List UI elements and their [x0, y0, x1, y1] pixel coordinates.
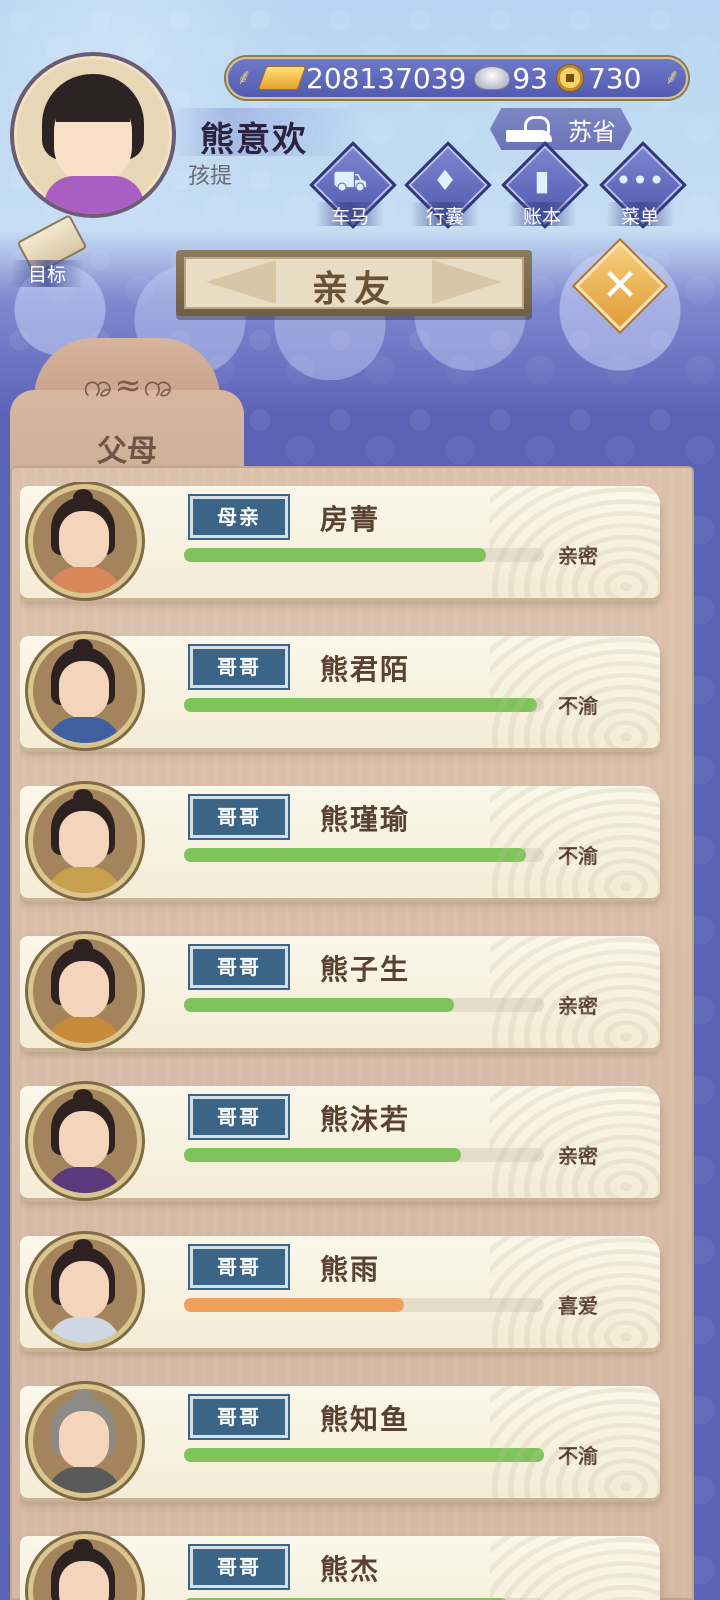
relative-name: 熊沫若: [320, 1103, 411, 1136]
relative-portrait[interactable]: [28, 1384, 142, 1498]
relative-portrait[interactable]: [28, 634, 142, 748]
role-badge: 哥哥: [190, 1096, 288, 1138]
role-badge: 母亲: [190, 496, 288, 538]
relationship-status: 不渝: [558, 694, 598, 718]
silver-amount: 93: [512, 61, 548, 95]
menu-button[interactable]: ••• 菜单: [599, 141, 687, 230]
relative-card[interactable]: 哥哥 熊子生亲密: [20, 934, 660, 1048]
relationship-status: 喜爱: [558, 1294, 598, 1318]
ledger-icon: ▮: [534, 164, 550, 197]
relative-portrait[interactable]: [28, 484, 142, 598]
relatives-list[interactable]: 母亲 房菁 亲密 哥哥 熊君陌 不渝 哥哥 熊瑾瑜 不渝 哥哥 熊子生 亲密 哥哥 熊沫若 亲密 哥哥 熊雨 喜爱…: [20, 482, 680, 1600]
relative-name: 熊子生: [320, 953, 411, 986]
affection-bar: [184, 1148, 544, 1162]
currency-bar: ⸙ 208137039 93 730 ⸙: [226, 57, 688, 99]
relationship-status: 亲密: [558, 544, 598, 568]
relative-name: 熊君陌: [320, 653, 411, 686]
relative-portrait[interactable]: [28, 1534, 142, 1600]
affection-bar: [184, 848, 544, 862]
carriage-button[interactable]: ⛟ 车马: [309, 141, 397, 230]
cloud-ornament-icon: ꩠ≈ꩠ: [83, 366, 175, 404]
tab-label: 父母: [97, 434, 157, 469]
player-avatar[interactable]: [10, 52, 176, 218]
affection-bar-fill: [184, 1448, 544, 1462]
bundle-icon: ♦: [432, 164, 458, 197]
relative-name: 房菁: [320, 503, 381, 536]
affection-bar: [184, 548, 544, 562]
goal-button[interactable]: 目标: [10, 214, 88, 288]
gold-ingot-icon: [257, 66, 307, 90]
affection-bar: [184, 998, 544, 1012]
affection-bar: [184, 698, 544, 712]
player-title: 孩提: [188, 164, 233, 189]
gold-currency[interactable]: 208137039: [257, 61, 467, 95]
relative-name: 熊杰: [320, 1553, 381, 1586]
relative-portrait[interactable]: [28, 1084, 142, 1198]
relative-card[interactable]: 哥哥 熊杰: [20, 1534, 660, 1600]
coin-icon: [555, 64, 584, 92]
relative-card[interactable]: 哥哥 熊雨喜爱: [20, 1234, 660, 1348]
relative-card[interactable]: 母亲 房菁亲密: [20, 484, 660, 598]
coin-currency[interactable]: 730: [555, 61, 642, 95]
role-badge: 哥哥: [190, 1546, 288, 1588]
relative-card[interactable]: 哥哥 熊君陌不渝: [20, 634, 660, 748]
carriage-icon: ⛟: [332, 164, 368, 197]
region-label: 苏省: [568, 117, 616, 146]
relative-card[interactable]: 哥哥 熊沫若亲密: [20, 1084, 660, 1198]
silver-ingot-icon: [474, 66, 511, 90]
region-button[interactable]: 苏省: [490, 108, 632, 150]
goal-label: 目标: [10, 260, 84, 287]
coin-amount: 730: [587, 61, 642, 95]
bamboo-icon: ⸙: [664, 65, 681, 90]
gold-amount: 208137039: [306, 61, 467, 95]
relative-portrait[interactable]: [28, 784, 142, 898]
page-title-plaque: 亲友: [176, 250, 532, 316]
relative-card[interactable]: 哥哥 熊瑾瑜不渝: [20, 784, 660, 898]
relationship-status: 亲密: [558, 1144, 598, 1168]
bundle-label: 行囊: [411, 202, 479, 228]
role-badge: 哥哥: [190, 1246, 288, 1288]
ledger-button[interactable]: ▮ 账本: [501, 141, 589, 230]
bamboo-icon: ⸙: [236, 65, 253, 90]
silver-currency[interactable]: 93: [474, 62, 548, 95]
affection-bar-fill: [184, 1298, 404, 1312]
relative-portrait[interactable]: [28, 934, 142, 1048]
affection-bar-fill: [184, 548, 486, 562]
role-badge: 哥哥: [190, 796, 288, 838]
relative-name: 熊雨: [320, 1253, 381, 1286]
bundle-button[interactable]: ♦ 行囊: [404, 141, 492, 230]
affection-bar-fill: [184, 1148, 461, 1162]
close-icon[interactable]: ✕: [588, 254, 652, 318]
menu-label: 菜单: [606, 202, 674, 228]
relative-portrait[interactable]: [28, 1234, 142, 1348]
relative-name: 熊瑾瑜: [320, 803, 411, 836]
affection-bar-fill: [184, 848, 526, 862]
affection-bar-fill: [184, 698, 537, 712]
ledger-label: 账本: [508, 202, 576, 228]
page-title: 亲友: [311, 269, 396, 310]
relationship-status: 不渝: [558, 1444, 598, 1468]
more-icon: •••: [615, 164, 665, 197]
affection-bar: [184, 1448, 544, 1462]
affection-bar: [184, 1298, 544, 1312]
relationship-status: 亲密: [558, 994, 598, 1018]
iron-icon: [506, 116, 552, 142]
relative-card[interactable]: 哥哥 熊知鱼不渝: [20, 1384, 660, 1498]
carriage-label: 车马: [316, 202, 384, 228]
player-name: 熊意欢: [200, 120, 308, 160]
role-badge: 哥哥: [190, 1396, 288, 1438]
relationship-status: 不渝: [558, 844, 598, 868]
role-badge: 哥哥: [190, 646, 288, 688]
affection-bar-fill: [184, 998, 454, 1012]
relative-name: 熊知鱼: [320, 1403, 411, 1436]
role-badge: 哥哥: [190, 946, 288, 988]
